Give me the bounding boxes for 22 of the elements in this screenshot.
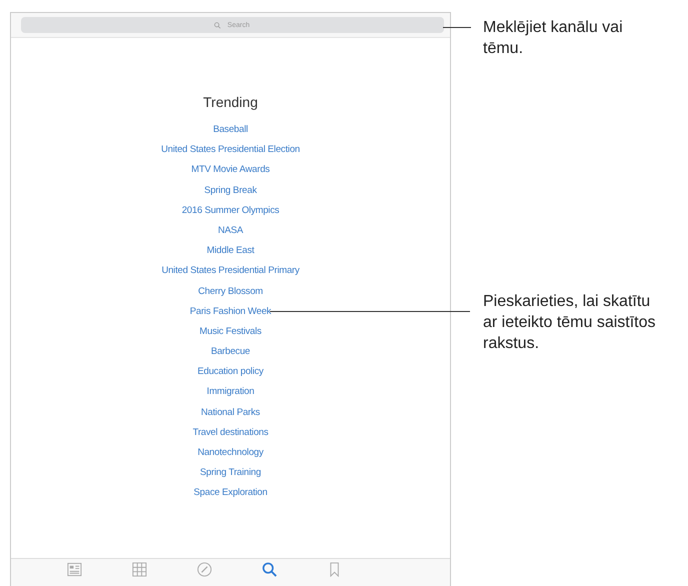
topic-link[interactable]: Middle East <box>206 245 254 258</box>
topic-link[interactable]: United States Presidential Primary <box>162 265 300 278</box>
topic-link[interactable]: Baseball <box>213 124 248 136</box>
topic-link[interactable]: Immigration <box>206 386 254 398</box>
callout-text: Pieskarieties, lai skatītu ar ieteikto tēmu saistītos rakstus. <box>483 292 657 354</box>
topic-link[interactable]: Nanotechnology <box>198 447 264 459</box>
topic-link[interactable]: 2016 Summer Olympics <box>182 204 280 217</box>
topic-link[interactable]: Paris Fashion Week <box>190 306 272 318</box>
topic-link[interactable]: Education policy <box>198 366 264 378</box>
topic-link[interactable]: NASA <box>218 224 244 237</box>
topic-link[interactable]: Cherry Blossom <box>198 286 263 298</box>
topic-link[interactable]: MTV Movie Awards <box>191 164 270 176</box>
topic-link[interactable]: Music Festivals <box>200 326 262 338</box>
topic-link[interactable]: Space Exploration <box>194 487 268 500</box>
topic-link[interactable]: National Parks <box>201 406 260 419</box>
topic-link[interactable]: Travel destinations <box>192 426 268 439</box>
topic-link[interactable]: Spring Training <box>200 467 261 480</box>
callout-text: Meklējiet kanālu vai tēmu. <box>483 18 624 59</box>
topic-link[interactable]: Spring Break <box>204 184 257 197</box>
topic-link[interactable]: Barbecue <box>210 346 250 358</box>
section-title: Trending <box>203 94 258 110</box>
topic-link[interactable]: United States Presidential Election <box>161 144 300 156</box>
